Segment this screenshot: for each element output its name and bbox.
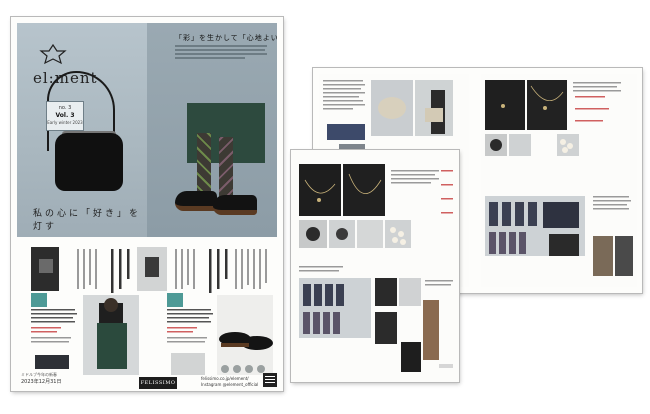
sock-right-image: [219, 137, 233, 197]
website-url: felissimo.co.jp/element/: [201, 376, 249, 381]
issue-label: no. 3: [58, 105, 72, 111]
cover-content-grid: [17, 243, 277, 389]
cover-tagline: 私の心に「好き」を灯す: [33, 209, 142, 232]
qr-code-icon: [263, 373, 277, 387]
cover-grid-layout: [31, 247, 273, 375]
footer-date: 2023年12月31日: [21, 379, 62, 385]
issue-box: no. 3 Vol. 3 Early winter 2023: [46, 101, 84, 131]
felissimo-logo: FELISSIMO: [139, 377, 177, 389]
catalog-spread-front: [291, 150, 459, 382]
cover-hero: el:ment no. 3 Vol. 3 Early winter 2023 私…: [17, 23, 277, 237]
cover-copy: [175, 45, 267, 61]
issue-number: Vol. 3: [55, 112, 75, 119]
instagram-handle: Instagram @element_official: [201, 382, 259, 387]
cover-headline: 「彩」を生かして「心地よい」が広がる、: [175, 34, 277, 42]
spread-front-layout: [291, 150, 459, 382]
shoe-left-image: [175, 191, 217, 211]
hero-left-panel: el:ment no. 3 Vol. 3 Early winter 2023 私…: [17, 23, 147, 237]
element-logo-icon: [39, 43, 67, 65]
catalog-cover-page: el:ment no. 3 Vol. 3 Early winter 2023 私…: [11, 17, 283, 391]
hero-right-panel: 「彩」を生かして「心地よい」が広がる、: [147, 23, 277, 237]
handbag-image: [55, 133, 123, 191]
shoe-right-image: [213, 195, 257, 215]
sock-left-image: [197, 133, 211, 193]
issue-date: Early winter 2023: [47, 120, 83, 125]
